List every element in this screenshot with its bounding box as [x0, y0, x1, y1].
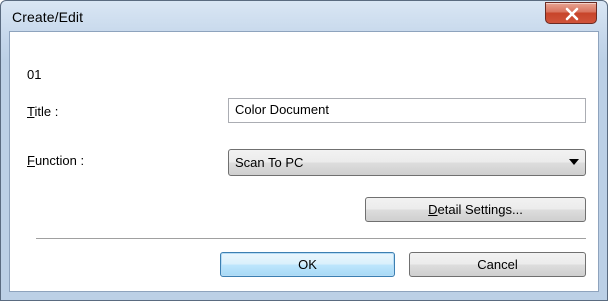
chevron-down-icon [569, 159, 579, 165]
title-bar[interactable]: Create/Edit [1, 1, 607, 31]
dialog-body: 01 Title : Color Document Function : Sca… [9, 31, 599, 292]
title-input[interactable]: Color Document [228, 98, 586, 123]
detail-settings-label: etail Settings... [437, 202, 523, 217]
function-dropdown[interactable]: Scan To PC [228, 149, 586, 176]
function-label-accelerator: F [27, 153, 35, 168]
title-label-text: itle : [34, 104, 59, 119]
close-button[interactable] [545, 2, 597, 24]
close-x-icon [565, 7, 579, 21]
separator [36, 238, 586, 240]
cancel-button[interactable]: Cancel [409, 252, 586, 277]
record-number: 01 [27, 67, 42, 82]
function-label-text: unction : [34, 153, 85, 168]
detail-settings-accelerator: D [428, 202, 438, 217]
function-dropdown-value: Scan To PC [235, 155, 304, 170]
ok-button[interactable]: OK [220, 252, 395, 277]
detail-settings-button[interactable]: Detail Settings... [365, 197, 586, 222]
title-label: Title : [27, 104, 58, 119]
create-edit-dialog: Create/Edit 01 Title : Color Document Fu… [0, 0, 608, 301]
title-input-value: Color Document [235, 102, 329, 117]
window-title: Create/Edit [12, 9, 84, 25]
function-label: Function : [27, 153, 84, 168]
